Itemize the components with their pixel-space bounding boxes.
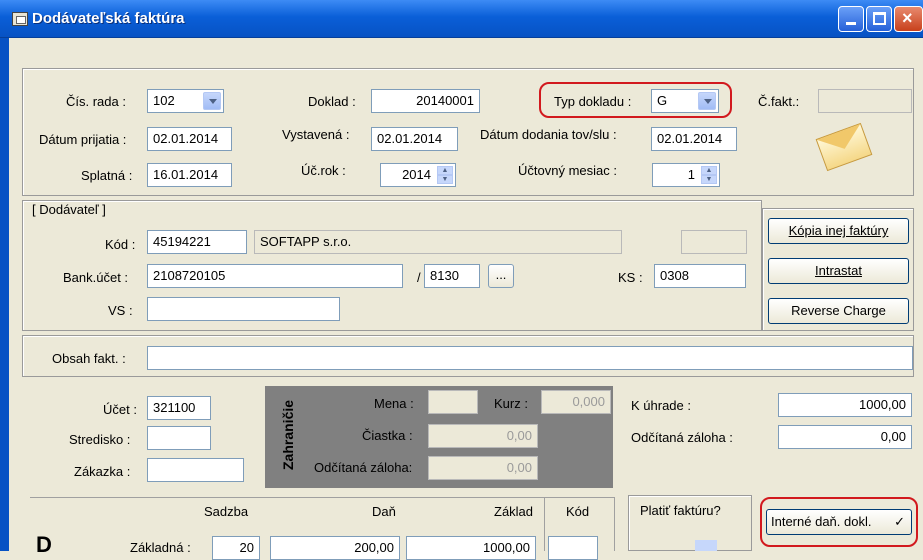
uctovny-mesiac-spinner[interactable]: 1 ▲ ▼	[652, 163, 720, 187]
datum-dodania-field[interactable]: 02.01.2014	[651, 127, 737, 151]
window-border	[0, 38, 9, 551]
chevron-down-icon[interactable]	[698, 92, 716, 110]
chevron-down-icon[interactable]	[203, 92, 221, 110]
cis-rada-select[interactable]: 102	[147, 89, 224, 113]
odcitana-zaloha-label: Odčítaná záloha :	[631, 430, 733, 445]
zakladna-label: Základná :	[130, 540, 191, 555]
sadzba-field[interactable]: 20	[212, 536, 260, 560]
tax-table-divider	[544, 497, 545, 551]
uc-rok-label: Úč.rok :	[301, 163, 346, 178]
close-button[interactable]: ×	[894, 6, 923, 32]
ks-field[interactable]: 0308	[654, 264, 746, 288]
uctovny-mesiac-label: Účtovný mesiac :	[518, 163, 617, 178]
dan-field[interactable]: 200,00	[270, 536, 400, 560]
maximize-button[interactable]	[866, 6, 892, 32]
col-sadzba: Sadzba	[204, 504, 249, 519]
vystavena-field[interactable]: 02.01.2014	[371, 127, 458, 151]
zaklad-field[interactable]: 1000,00	[406, 536, 536, 560]
typ-dokladu-select[interactable]: G	[651, 89, 719, 113]
platit-label: Platiť faktúru?	[640, 503, 721, 518]
bank-account-field[interactable]: 2108720105	[147, 264, 403, 288]
obsah-label: Obsah fakt. :	[52, 351, 126, 366]
datum-prijatia-field[interactable]: 02.01.2014	[147, 127, 232, 151]
c-fakt-label: Č.fakt.:	[758, 94, 800, 109]
typ-dokladu-label: Typ dokladu :	[554, 94, 632, 109]
app-icon	[12, 12, 28, 26]
k-uhrade-field[interactable]: 1000,00	[778, 393, 912, 417]
vs-label: VS :	[108, 303, 133, 318]
ucet-label: Účet :	[103, 402, 137, 417]
bank-slash: /	[417, 270, 421, 285]
doklad-field[interactable]: 20140001	[371, 89, 480, 113]
vs-field[interactable]	[147, 297, 340, 321]
splatna-label: Splatná :	[81, 168, 133, 183]
foreign-zaloha-label: Odčítaná záloha:	[314, 460, 413, 475]
supplier-name-field[interactable]: SOFTAPP s.r.o.	[254, 230, 622, 254]
supplier-group-label: [ Dodávateľ ]	[32, 202, 106, 217]
stredisko-label: Stredisko :	[69, 432, 131, 447]
kurz-field[interactable]: 0,000	[541, 390, 611, 414]
vystavena-label: Vystavená :	[282, 127, 350, 142]
mena-label: Mena :	[374, 396, 414, 411]
spinner-arrows-icon[interactable]: ▲ ▼	[701, 166, 717, 184]
stredisko-field[interactable]	[147, 426, 211, 450]
doklad-label: Doklad :	[308, 94, 356, 109]
ucet-field[interactable]: 321100	[147, 396, 211, 420]
foreign-zaloha-field[interactable]: 0,00	[428, 456, 538, 480]
k-uhrade-label: K úhrade :	[631, 398, 691, 413]
window-title: Dodávateľská faktúra	[32, 10, 185, 27]
obsah-field[interactable]	[147, 346, 913, 370]
interne-dan-dokl-button[interactable]: Interné daň. dokl. ✓	[766, 509, 912, 535]
datum-dodania-label: Dátum dodania tov/slu :	[480, 127, 617, 142]
zakazka-field[interactable]	[147, 458, 244, 482]
supplier-kod-field[interactable]: 45194221	[147, 230, 247, 254]
col-zaklad: Základ	[494, 504, 534, 519]
ciastka-label: Čiastka :	[362, 428, 413, 443]
title-bar[interactable]: Dodávateľská faktúra ×	[0, 0, 923, 38]
uc-rok-spinner[interactable]: 2014 ▲ ▼	[380, 163, 456, 187]
kod-label: Kód :	[105, 237, 136, 252]
kurz-label: Kurz :	[494, 396, 528, 411]
intrastat-button[interactable]: Intrastat	[768, 258, 909, 284]
splatna-field[interactable]: 16.01.2014	[147, 163, 232, 187]
col-kod: Kód	[566, 504, 590, 519]
zakazka-label: Zákazka :	[74, 464, 131, 479]
reverse-charge-button[interactable]: Reverse Charge	[768, 298, 909, 324]
foreign-title: Zahraničie	[280, 399, 296, 470]
cis-rada-label: Čís. rada :	[66, 94, 126, 109]
tax-table-divider	[30, 497, 614, 498]
bank-browse-button[interactable]: ...	[488, 264, 514, 288]
spinner-arrows-icon[interactable]: ▲ ▼	[437, 166, 453, 184]
kod-field[interactable]	[548, 536, 598, 560]
tax-table-divider	[614, 497, 615, 551]
datum-prijatia-label: Dátum prijatia :	[39, 132, 127, 147]
kopia-button[interactable]: Kópia inej faktúry	[768, 218, 909, 244]
tax-big-letter: D	[36, 532, 52, 557]
ciastka-field[interactable]: 0,00	[428, 424, 538, 448]
ks-label: KS :	[618, 270, 643, 285]
check-icon: ✓	[894, 514, 905, 529]
supplier-extra-field[interactable]	[681, 230, 747, 254]
bank-code-field[interactable]: 8130	[424, 264, 480, 288]
odcitana-zaloha-field[interactable]: 0,00	[778, 425, 912, 449]
col-dan: Daň	[372, 504, 396, 519]
minimize-button[interactable]	[838, 6, 864, 32]
mena-field[interactable]	[428, 390, 478, 414]
c-fakt-field[interactable]	[818, 89, 912, 113]
bank-label: Bank.účet :	[63, 270, 129, 285]
platit-toggle[interactable]	[695, 540, 717, 551]
